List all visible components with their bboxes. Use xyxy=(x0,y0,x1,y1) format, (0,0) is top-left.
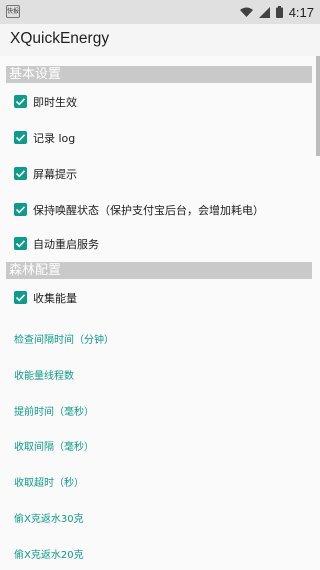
setting-return-water-20[interactable]: 偷X克返水20克 xyxy=(0,537,316,569)
setting-keep-awake[interactable]: 保持唤醒状态（保护支付宝后台，会增加耗电） xyxy=(0,194,316,226)
setting-label: 记录 log xyxy=(33,132,76,145)
setting-instant-effect[interactable]: 即时生效 xyxy=(0,86,316,118)
setting-link-label[interactable]: 检查间隔时间（分钟） xyxy=(14,331,114,346)
setting-link-label[interactable]: 偷X克返水20克 xyxy=(14,546,84,561)
setting-auto-restart[interactable]: 自动重启服务 xyxy=(0,228,316,260)
setting-link-label[interactable]: 收能量线程数 xyxy=(14,367,74,382)
checkbox-checked-icon[interactable] xyxy=(14,203,27,216)
setting-link-label[interactable]: 偷X克返水30克 xyxy=(14,510,84,525)
status-icons: 4:17 xyxy=(239,0,314,24)
setting-link-label[interactable]: 收取间隔（毫秒） xyxy=(14,438,94,453)
setting-return-water-30[interactable]: 偷X克返水30克 xyxy=(0,501,316,533)
checkbox-checked-icon[interactable] xyxy=(14,131,27,144)
checkbox-checked-icon[interactable] xyxy=(14,95,27,108)
setting-link-label[interactable]: 收取超时（秒） xyxy=(14,474,84,489)
status-time: 4:17 xyxy=(288,4,314,20)
status-bar: 快报 4:17 xyxy=(0,0,320,24)
checkbox-checked-icon[interactable] xyxy=(14,167,27,180)
section-header-forest: 森林配置 xyxy=(6,262,312,279)
wifi-icon xyxy=(239,3,253,22)
app-title: XQuickEnergy xyxy=(10,30,110,47)
setting-advance-time[interactable]: 提前时间（毫秒） xyxy=(0,394,316,426)
scrollbar[interactable] xyxy=(316,56,320,156)
battery-icon xyxy=(275,3,283,22)
section-header-basic: 基本设置 xyxy=(6,66,312,83)
setting-label: 自动重启服务 xyxy=(33,238,99,251)
checkbox-checked-icon[interactable] xyxy=(14,291,27,304)
setting-label: 收集能量 xyxy=(33,292,77,305)
setting-collect-energy[interactable]: 收集能量 xyxy=(0,282,316,314)
app-bar: XQuickEnergy xyxy=(0,24,320,56)
setting-link-label[interactable]: 提前时间（毫秒） xyxy=(14,403,94,418)
setting-record-log[interactable]: 记录 log xyxy=(0,122,316,154)
setting-label: 屏幕提示 xyxy=(33,168,77,181)
signal-icon xyxy=(258,3,270,22)
setting-collect-interval[interactable]: 收取间隔（毫秒） xyxy=(0,429,316,461)
setting-screen-tips[interactable]: 屏幕提示 xyxy=(0,158,316,190)
setting-collect-timeout[interactable]: 收取超时（秒） xyxy=(0,465,316,497)
notification-badge-icon: 快报 xyxy=(6,5,20,18)
setting-label: 即时生效 xyxy=(33,96,77,109)
setting-label: 保持唤醒状态（保护支付宝后台，会增加耗电） xyxy=(33,204,264,217)
setting-check-interval[interactable]: 检查间隔时间（分钟） xyxy=(0,322,316,354)
checkbox-checked-icon[interactable] xyxy=(14,237,27,250)
setting-thread-count[interactable]: 收能量线程数 xyxy=(0,358,316,390)
